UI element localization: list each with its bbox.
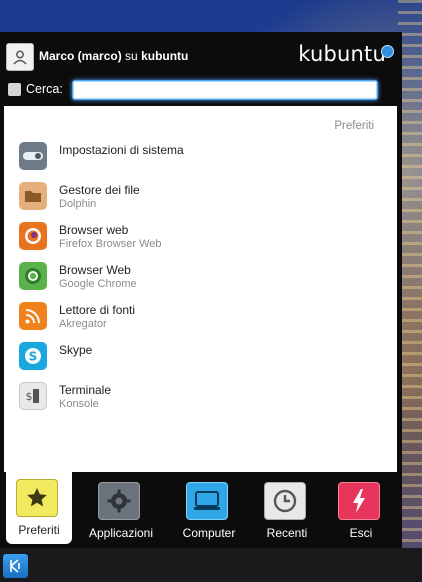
favorite-item-title: Browser web: [59, 223, 129, 237]
tab-logout[interactable]: Esci: [328, 472, 394, 542]
user-avatar-icon: [6, 43, 34, 71]
power-icon: [338, 482, 380, 520]
tab-favorites[interactable]: Preferiti: [6, 469, 72, 544]
svg-text:$: $: [26, 390, 33, 403]
user-host-label: Marco (marco) su kubuntu: [39, 49, 188, 63]
search-label: Cerca:: [26, 82, 63, 96]
system-settings-icon: [19, 142, 47, 170]
favorite-item-subtitle: Akregator: [59, 318, 107, 330]
search-bar: Cerca:: [0, 80, 402, 106]
user-host-separator: su: [125, 49, 138, 63]
favorites-list: Impostazioni di sistema Gestore dei file…: [4, 136, 397, 416]
tab-label: Preferiti: [18, 523, 60, 537]
application-launcher-button[interactable]: [3, 554, 28, 578]
search-input[interactable]: [72, 80, 378, 100]
favorite-item-system-settings[interactable]: Impostazioni di sistema: [4, 136, 397, 176]
tab-label: Applicazioni: [88, 526, 154, 540]
favorite-item-firefox[interactable]: Browser web Firefox Browser Web: [4, 216, 397, 256]
tab-label: Computer: [182, 526, 236, 540]
tab-computer[interactable]: Computer: [176, 472, 242, 542]
favorite-item-subtitle: Konsole: [59, 398, 99, 410]
firefox-icon: [19, 222, 47, 250]
favorite-item-file-manager[interactable]: Gestore dei file Dolphin: [4, 176, 397, 216]
host-name: kubuntu: [141, 49, 189, 63]
clock-icon: [264, 482, 306, 520]
search-icon: [8, 83, 21, 96]
taskbar: [0, 548, 422, 582]
favorite-item-subtitle: Firefox Browser Web: [59, 238, 162, 250]
favorite-item-title: Lettore di fonti: [59, 303, 136, 317]
computer-icon: [186, 482, 228, 520]
favorite-item-terminal[interactable]: $ Terminale Konsole: [4, 376, 397, 416]
folder-icon: [19, 182, 47, 210]
svg-text:S: S: [29, 350, 38, 364]
favorite-item-title: Browser Web: [59, 263, 131, 277]
user-name: Marco (marco): [39, 49, 122, 63]
terminal-icon: $: [19, 382, 47, 410]
favorite-item-title: Gestore dei file: [59, 183, 140, 197]
skype-icon: S: [19, 342, 47, 370]
kubuntu-logo: kubuntu: [298, 42, 386, 66]
tab-recent[interactable]: Recenti: [254, 472, 320, 542]
tab-label: Esci: [349, 526, 373, 540]
kde-logo-icon: [9, 559, 20, 573]
favorite-item-feed-reader[interactable]: Lettore di fonti Akregator: [4, 296, 397, 336]
favorite-item-skype[interactable]: S Skype: [4, 336, 397, 376]
launcher-header: Marco (marco) su kubuntu kubuntu: [0, 32, 402, 80]
launcher-tab-bar: Preferiti Applicazioni Computer Recenti: [0, 469, 402, 548]
favorite-item-title: Skype: [59, 343, 93, 357]
section-title: Preferiti: [334, 120, 374, 132]
chrome-icon: [19, 262, 47, 290]
star-icon: [16, 479, 58, 517]
tab-applications[interactable]: Applicazioni: [88, 472, 154, 542]
favorite-item-title: Terminale: [59, 383, 112, 397]
favorite-item-chrome[interactable]: Browser Web Google Chrome: [4, 256, 397, 296]
favorite-item-subtitle: Google Chrome: [59, 278, 137, 290]
rss-icon: [19, 302, 47, 330]
kubuntu-logo-icon: [381, 45, 394, 58]
favorite-item-subtitle: Dolphin: [59, 198, 97, 210]
gear-icon: [98, 482, 140, 520]
favorite-item-title: Impostazioni di sistema: [59, 143, 184, 157]
application-launcher: Marco (marco) su kubuntu kubuntu Cerca: …: [0, 32, 402, 548]
favorites-panel: Preferiti Impostazioni di sistema Gestor…: [4, 106, 397, 472]
